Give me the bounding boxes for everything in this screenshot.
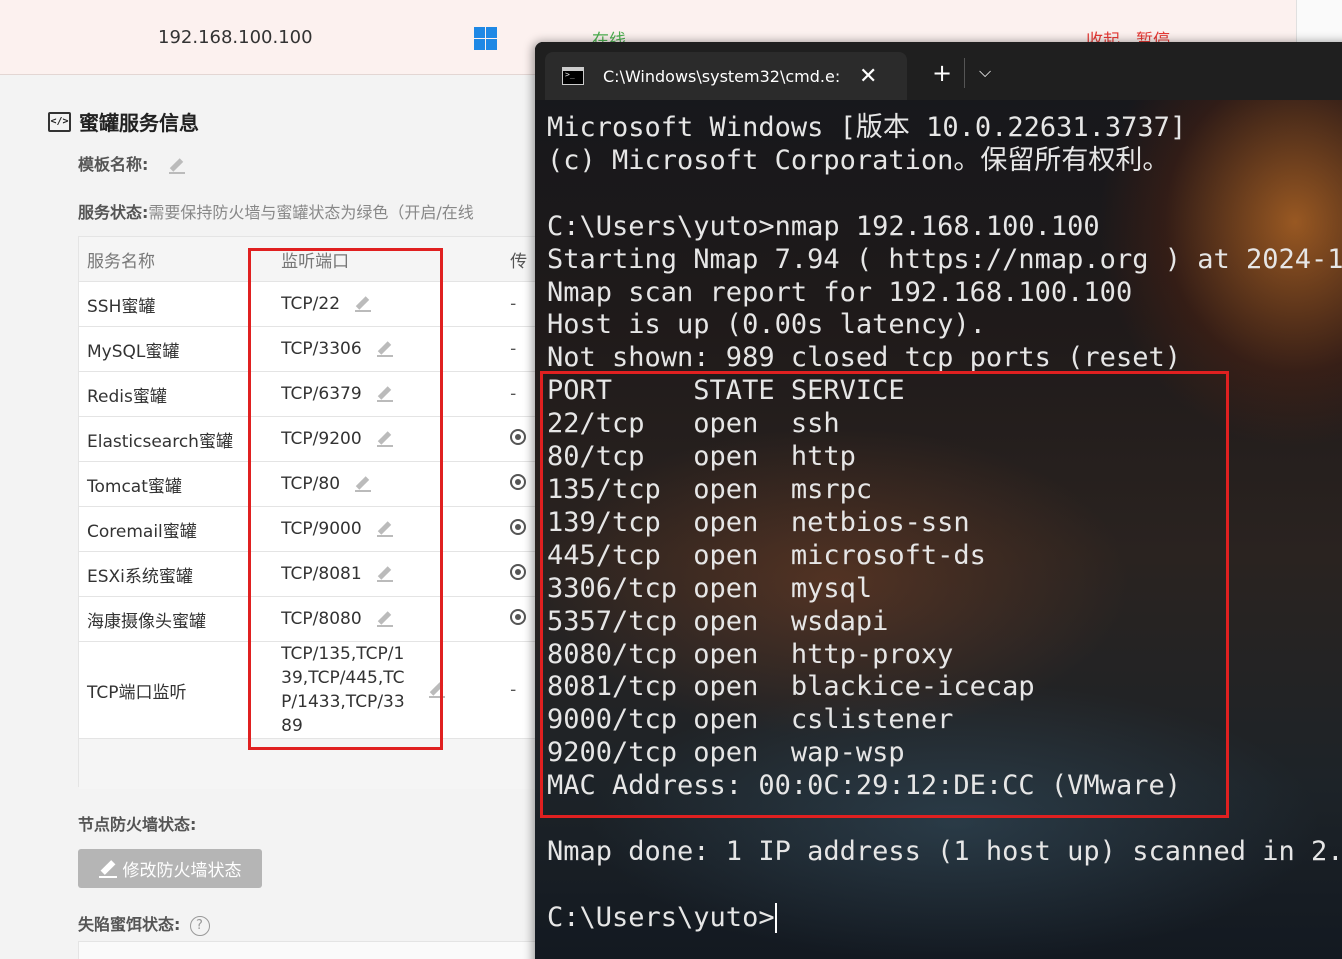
firewall-row: 节点防火墙状态: bbox=[78, 811, 196, 835]
radio-icon[interactable] bbox=[510, 518, 527, 535]
service-status-row: 服务状态:需要保持防火墙与蜜罐状态为绿色（开启/在线 bbox=[78, 199, 548, 223]
windows-icon bbox=[474, 27, 497, 50]
terminal-line: Starting Nmap 7.94 ( https://nmap.org ) … bbox=[547, 243, 1342, 275]
highlight-box-scan bbox=[540, 371, 1229, 818]
help-icon[interactable]: ? bbox=[189, 915, 210, 936]
template-label: 模板名称: bbox=[78, 155, 149, 174]
firewall-label: 节点防火墙状态: bbox=[78, 815, 197, 834]
service-name: Tomcat蜜罐 bbox=[87, 476, 182, 497]
new-tab-button[interactable]: + bbox=[932, 61, 952, 85]
terminal-line: Not shown: 989 closed tcp ports (reset) bbox=[547, 342, 1181, 374]
service-status-hint: 需要保持防火墙与蜜罐状态为绿色（开启/在线 bbox=[148, 203, 474, 222]
service-status-label: 服务状态: bbox=[78, 203, 149, 222]
service-name: ESXi系统蜜罐 bbox=[87, 566, 193, 587]
trap-box bbox=[78, 941, 548, 959]
terminal-line: C:\Users\yuto>nmap 192.168.100.100 bbox=[547, 210, 1100, 242]
terminal-line: Nmap done: 1 IP address (1 host up) scan… bbox=[547, 835, 1342, 867]
service-name: Redis蜜罐 bbox=[87, 386, 167, 407]
radio-icon[interactable] bbox=[510, 563, 527, 580]
code-icon: </> bbox=[48, 111, 71, 132]
modify-firewall-label: 修改防火墙状态 bbox=[122, 861, 242, 881]
template-row: 模板名称: bbox=[78, 151, 186, 175]
terminal-line: Nmap scan report for 192.168.100.100 bbox=[547, 276, 1133, 308]
titlebar-divider bbox=[964, 58, 965, 88]
service-name: 海康摄像头蜜罐 bbox=[87, 611, 206, 632]
trap-row: 失陷蜜饵状态: ? bbox=[78, 911, 210, 936]
terminal-prompt: C:\Users\yuto> bbox=[547, 901, 775, 933]
pencil-icon bbox=[98, 860, 117, 878]
close-tab-icon[interactable]: ✕ bbox=[859, 64, 877, 89]
terminal-line: Host is up (0.00s latency). bbox=[547, 309, 986, 341]
service-name: TCP端口监听 bbox=[87, 682, 187, 703]
service-name: SSH蜜罐 bbox=[87, 296, 156, 317]
terminal-tab[interactable]: C:\Windows\system32\cmd.e: ✕ bbox=[545, 52, 907, 100]
radio-icon[interactable] bbox=[510, 428, 527, 445]
section-title: </> 蜜罐服务信息 bbox=[48, 107, 199, 136]
host-ip: 192.168.100.100 bbox=[158, 27, 313, 48]
radio-icon[interactable] bbox=[510, 608, 527, 625]
radio-icon[interactable] bbox=[510, 473, 527, 490]
service-name: Elasticsearch蜜罐 bbox=[87, 431, 233, 452]
col-service-name: 服务名称 bbox=[87, 251, 155, 272]
service-name: MySQL蜜罐 bbox=[87, 341, 180, 362]
modify-firewall-button[interactable]: 修改防火墙状态 bbox=[78, 849, 262, 888]
cmd-icon bbox=[562, 67, 584, 85]
highlight-box-ports bbox=[248, 248, 443, 750]
trap-label: 失陷蜜饵状态: bbox=[78, 915, 181, 934]
text-cursor bbox=[774, 903, 777, 934]
terminal-titlebar: C:\Windows\system32\cmd.e: ✕ + ⌵ bbox=[535, 42, 1342, 100]
edit-template-icon[interactable] bbox=[168, 157, 186, 175]
service-name: Coremail蜜罐 bbox=[87, 521, 197, 542]
tab-title: C:\Windows\system32\cmd.e: bbox=[603, 66, 841, 86]
chevron-down-icon[interactable]: ⌵ bbox=[979, 62, 991, 82]
terminal-line: (c) Microsoft Corporation。保留所有权利。 bbox=[547, 144, 1170, 176]
terminal-line: Microsoft Windows [版本 10.0.22631.3737] bbox=[547, 112, 1187, 143]
section-title-text: 蜜罐服务信息 bbox=[79, 111, 199, 135]
